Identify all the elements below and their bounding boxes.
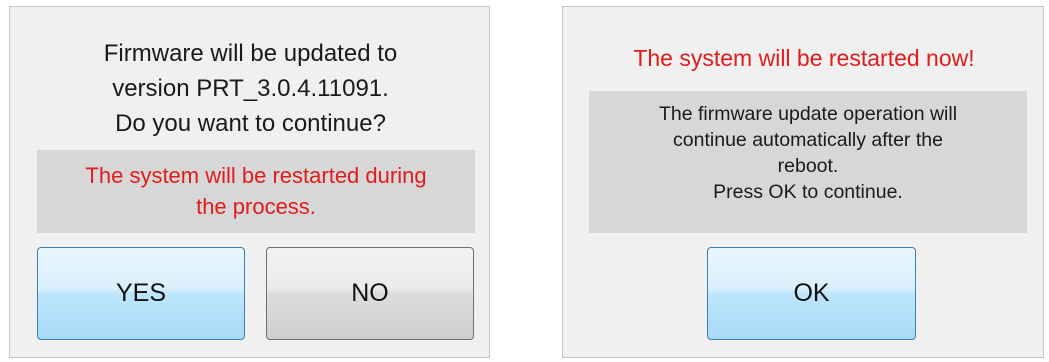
info-line: The firmware update operation will [658,103,958,125]
system-restart-dialog: The system will be restarted now! The fi… [562,6,1044,358]
info-line: continue automatically after the [673,129,943,151]
yes-button[interactable]: YES [37,247,245,340]
restart-title: The system will be restarted now! [633,45,975,71]
question-line: Firmware will be updated to [103,40,398,67]
firmware-update-dialog: Firmware will be updated to version PRT_… [9,6,490,358]
warning-line: the process. [196,194,316,219]
question-line: Do you want to continue? [115,110,386,137]
info-line: reboot. [777,155,839,177]
warning-line: The system will be restarted during [85,163,427,188]
restart-warning-box: The system will be restarted during the … [37,150,475,233]
update-info-box: The firmware update operation will conti… [589,91,1027,233]
update-question-text: Firmware will be updated to version PRT_… [10,36,491,141]
ok-button[interactable]: OK [707,247,916,340]
question-line: version PRT_3.0.4.11091. [112,75,389,102]
no-button[interactable]: NO [266,247,474,340]
info-line: Press OK to continue. [713,181,903,203]
